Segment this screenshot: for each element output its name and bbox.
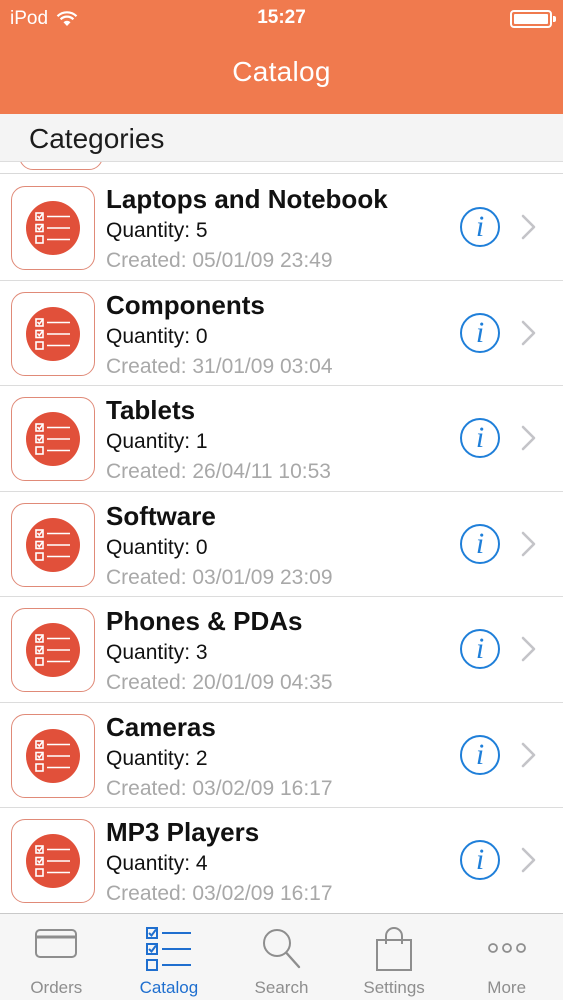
tab-label: Settings [363,978,425,997]
category-created: Created: 03/02/09 16:17 [106,776,333,800]
info-button[interactable]: i [460,523,500,564]
category-list-icon [11,291,95,376]
category-name: Phones & PDAs [106,606,303,636]
tab-settings[interactable]: Settings [338,914,451,1000]
chevron-right-icon [521,320,536,345]
chevron-right-icon [521,214,536,240]
info-button[interactable]: i [460,312,500,353]
table-row[interactable]: Tablets Quantity: 1 Created: 26/04/11 10… [0,386,563,492]
category-name: Cameras [106,711,216,742]
category-name: Tablets [106,395,196,425]
category-created: Created: 05/01/09 23:49 [106,249,333,272]
category-created: Created: 20/01/09 04:35 [106,671,333,694]
status-time: 15:27 [257,7,306,28]
category-created: Created: 26/04/11 10:53 [106,460,331,483]
category-created: Created: 03/02/09 16:17 [106,882,333,905]
chevron-right-icon [521,742,536,767]
category-quantity: Quantity: 4 [106,852,208,875]
info-button[interactable]: i [460,207,500,247]
category-icon [19,162,103,170]
table-row[interactable]: Cameras Quantity: 2 Created: 03/02/09 16… [0,703,563,808]
chevron-right-icon [521,531,536,556]
chevron-right-icon [521,847,536,873]
category-list-icon [11,819,95,903]
category-list-icon [11,713,95,798]
category-list[interactable]: Laptops and Notebook Quantity: 5 Created… [0,162,563,913]
category-name: Laptops and Notebook [106,184,388,214]
tab-label: More [487,978,527,997]
category-name: Software [106,500,216,531]
category-quantity: Quantity: 5 [106,219,208,242]
table-row[interactable]: MP3 Players Quantity: 4 Created: 03/02/0… [0,808,563,913]
battery-icon [510,10,556,28]
tab-label: Orders [30,978,83,997]
chevron-right-icon [521,425,536,451]
tab-orders[interactable]: Orders [0,914,113,1000]
chevron-right-icon [521,636,536,662]
category-quantity: Quantity: 3 [106,641,208,664]
category-name: Components [106,289,265,320]
tab-label: Search [254,978,309,997]
category-quantity: Quantity: 0 [106,535,208,559]
navigation-header: iPod 15:27 Catalog [0,0,563,114]
category-name: MP3 Players [106,817,260,847]
table-row[interactable]: Phones & PDAs Quantity: 3 Created: 20/01… [0,597,563,703]
category-quantity: Quantity: 0 [106,324,208,348]
list-item-partial[interactable] [0,162,563,174]
table-row[interactable]: Laptops and Notebook Quantity: 5 Created… [0,175,563,281]
category-quantity: Quantity: 2 [106,746,208,770]
section-header: Categories [0,114,563,162]
tab-label: Catalog [139,978,199,997]
category-created: Created: 03/01/09 23:09 [106,565,333,589]
category-list-icon [11,608,95,692]
tab-search[interactable]: Search [225,914,338,1000]
info-button[interactable]: i [460,418,500,458]
info-button[interactable]: i [460,629,500,669]
category-list-icon [11,397,95,481]
tab-more[interactable]: More [450,914,563,1000]
section-title: Categories [29,123,165,154]
info-button[interactable]: i [460,840,500,880]
category-list-icon [11,502,95,587]
table-row[interactable]: Software Quantity: 0 Created: 03/01/09 2… [0,492,563,597]
category-created: Created: 31/01/09 03:04 [106,354,333,378]
page-title: Catalog [232,56,331,87]
category-list-icon [11,186,95,270]
info-button[interactable]: i [460,734,500,775]
status-bar: iPod 15:27 [0,0,563,40]
table-row[interactable]: Components Quantity: 0 Created: 31/01/09… [0,281,563,386]
tab-bar: Orders Catalog Search Settings More [0,913,563,1000]
tab-catalog[interactable]: Catalog [113,914,226,1000]
category-quantity: Quantity: 1 [106,430,208,453]
category-rows: Laptops and Notebook Quantity: 5 Created… [0,175,563,913]
